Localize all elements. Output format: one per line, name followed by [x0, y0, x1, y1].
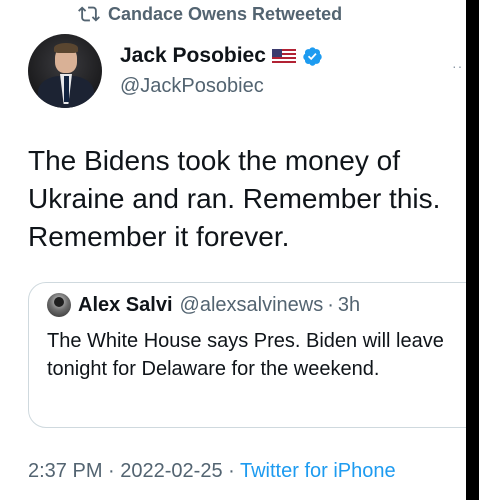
more-options-icon[interactable]: ·· [452, 58, 463, 74]
retweet-label: Candace Owens Retweeted [108, 3, 343, 24]
quoted-author-handle: @alexsalvinews [179, 293, 324, 316]
quoted-tweet-header: Alex Salvi @alexsalvinews · 3h [47, 293, 360, 317]
author-name-line[interactable]: Jack Posobiec [120, 44, 323, 68]
tweet-source-link[interactable]: Twitter for iPhone [240, 460, 396, 482]
author-handle[interactable]: @JackPosobiec [120, 75, 264, 98]
tweet-time[interactable]: 2:37 PM [28, 460, 102, 482]
tweet-card: Candace Owens Retweeted Jack Posobiec @J… [0, 0, 466, 500]
tweet-metadata: 2:37 PM · 2022-02-25 · Twitter for iPhon… [28, 460, 396, 483]
quoted-time: 3h [337, 293, 361, 316]
quoted-tweet-text: The White House says Pres. Biden will le… [47, 330, 444, 380]
verified-badge-icon [303, 46, 322, 66]
quoted-author-name: Alex Salvi [78, 293, 173, 316]
us-flag-icon [271, 49, 296, 63]
tweet-date[interactable]: 2022-02-25 [120, 460, 222, 482]
quoted-separator: · [327, 293, 334, 316]
quoted-author-avatar[interactable] [47, 293, 71, 317]
meta-separator: · [102, 460, 121, 482]
tweet-text: The Bidens took the money of Ukraine and… [28, 145, 441, 252]
retweet-indicator[interactable]: Candace Owens Retweeted [78, 2, 342, 26]
author-name[interactable]: Jack Posobiec [120, 44, 266, 68]
background-edge [466, 0, 479, 500]
author-avatar[interactable] [28, 34, 102, 108]
quoted-tweet[interactable]: Alex Salvi @alexsalvinews · 3h The White… [28, 282, 466, 428]
meta-separator: · [222, 460, 240, 482]
retweet-icon [78, 6, 100, 22]
